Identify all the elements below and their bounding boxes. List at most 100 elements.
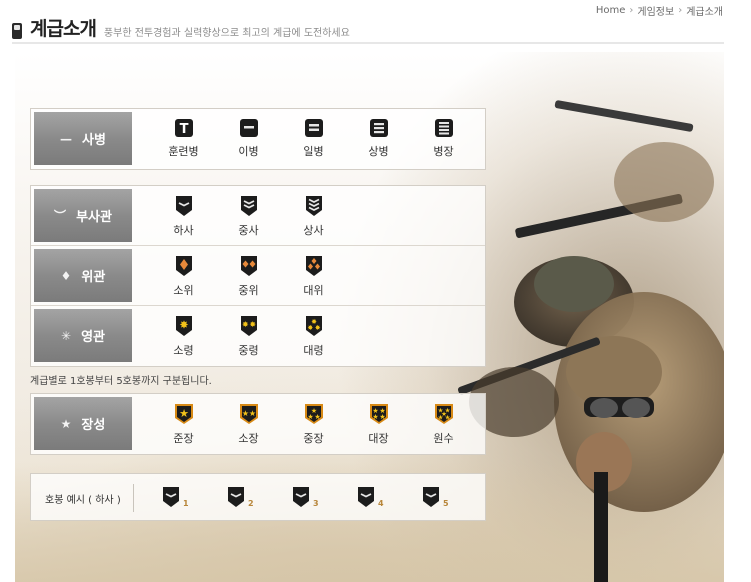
svg-text:★: ★ <box>179 407 189 420</box>
step-number: 1 <box>183 499 189 508</box>
major-icon: ✸ <box>175 316 192 336</box>
master-sergeant-icon <box>305 196 322 216</box>
lieutenant-colonel-icon: ✸ ✸ <box>240 316 257 336</box>
category-label: 영관 <box>81 330 105 345</box>
svg-text:✸: ✸ <box>314 324 320 332</box>
rank-badge-first-lieutenant: 중위 <box>216 255 281 298</box>
general-icon: ★ ★ ★ ★ <box>369 404 388 424</box>
captain-icon <box>305 256 322 276</box>
rank-label: 소장 <box>238 432 259 445</box>
staff-sergeant-icon <box>293 487 309 507</box>
rank-badge-major: ✸ 소령 <box>151 315 216 358</box>
rank-step-note: 계급별로 1호봉부터 5호봉까지 구분됩니다. <box>30 376 212 387</box>
private-first-class-icon <box>304 119 323 137</box>
phone-icon <box>12 23 22 39</box>
rank-group-generals: ★ 장성 ★ 준장 ★ ★ 소장 ★ ★ ★ 중장 ★ ★ ★ ★ 대장 ★ ★… <box>30 393 486 455</box>
category-label: 사병 <box>82 133 106 148</box>
page-title: 계급소개 <box>30 18 97 40</box>
rank-row-nco: ︶ 부사관 하사 중사 상사 <box>31 186 485 246</box>
rank-badge-marshal: ★ ★ ★ ★ ★ 원수 <box>411 403 476 446</box>
lieutenant-general-icon: ★ ★ ★ <box>304 404 323 424</box>
rank-badge-general: ★ ★ ★ ★ 대장 <box>346 403 411 446</box>
trainee-icon: T <box>174 119 193 137</box>
rank-badge-corporal: 상병 <box>346 118 411 159</box>
rank-badge-trainee: T 훈련병 <box>151 118 216 159</box>
rank-row-company-officers: ♦ 위관 소위 중위 대위 <box>31 246 485 306</box>
category-label: 위관 <box>81 270 106 285</box>
rank-label: 중장 <box>303 432 324 445</box>
step-number: 5 <box>443 499 449 508</box>
svg-text:★: ★ <box>372 413 378 421</box>
svg-text:✸: ✸ <box>179 319 188 332</box>
sergeant-first-class-icon <box>240 196 257 216</box>
rank-label: 소위 <box>173 284 194 297</box>
category-company-officers: ♦ 위관 <box>34 249 132 302</box>
rank-label: 준장 <box>173 432 194 445</box>
page-right-margin <box>724 52 751 582</box>
soldiers-illustration <box>458 100 724 582</box>
step-badge-list: 1 2 3 4 5 <box>161 486 486 508</box>
badge-list: 소위 중위 대위 <box>151 255 346 298</box>
rank-badge-second-lieutenant: 소위 <box>151 255 216 298</box>
rank-label: 중사 <box>238 224 259 237</box>
step-badge-3: 3 <box>291 486 356 508</box>
breadcrumb-home[interactable]: Home <box>596 5 626 16</box>
badge-list: T 훈련병 이병 일병 상병 병장 <box>151 118 476 159</box>
rank-label: 대장 <box>368 432 389 445</box>
rank-label: 대위 <box>303 284 324 297</box>
breadcrumb-chevron-icon: › <box>629 5 634 16</box>
rank-row-generals: ★ 장성 ★ 준장 ★ ★ 소장 ★ ★ ★ 중장 ★ ★ ★ ★ 대장 ★ ★… <box>31 394 485 454</box>
rank-group-enlisted: — 사병 T 훈련병 이병 일병 상병 병장 <box>30 108 486 170</box>
private-icon <box>239 119 258 137</box>
rank-label: 상사 <box>303 224 324 237</box>
rank-group-officers: ︶ 부사관 하사 중사 상사 ♦ 위관 소위 중위 대위 ✳ 영관 ✸ 소령 ✸… <box>30 185 486 367</box>
svg-text:★: ★ <box>314 413 320 421</box>
svg-text:★: ★ <box>307 413 313 421</box>
staff-sergeant-icon <box>423 487 439 507</box>
badge-list: ★ 준장 ★ ★ 소장 ★ ★ ★ 중장 ★ ★ ★ ★ 대장 ★ ★ ★ ★ … <box>151 403 476 446</box>
colonel-icon: ✸ ✸ ✸ <box>305 316 322 336</box>
rank-label: 병장 <box>433 145 454 158</box>
rank-badge-captain: 대위 <box>281 255 346 298</box>
svg-text:★: ★ <box>444 414 450 422</box>
major-general-icon: ★ ★ <box>239 404 258 424</box>
page-header: 계급소개 풍부한 전투경험과 실력향상으로 최고의 계급에 도전하세요 <box>12 14 350 41</box>
svg-text:✸: ✸ <box>307 324 313 332</box>
svg-text:✸: ✸ <box>241 320 248 329</box>
rank-badge-lieutenant-general: ★ ★ ★ 중장 <box>281 403 346 446</box>
rank-badge-sergeant-first-class: 중사 <box>216 195 281 238</box>
svg-text:★: ★ <box>379 413 385 421</box>
staff-sergeant-icon <box>228 487 244 507</box>
rank-row-enlisted: — 사병 T 훈련병 이병 일병 상병 병장 <box>31 109 485 169</box>
page-subtitle: 풍부한 전투경험과 실력향상으로 최고의 계급에 도전하세요 <box>103 28 350 39</box>
rank-label: 하사 <box>173 224 194 237</box>
bar-symbol-icon: — <box>60 131 73 146</box>
rank-label: 대령 <box>303 344 324 357</box>
step-badge-2: 2 <box>226 486 291 508</box>
star-symbol-icon: ★ <box>60 416 72 431</box>
step-number: 2 <box>248 499 254 508</box>
svg-text:T: T <box>179 122 188 137</box>
rank-badge-staff-sergeant: 하사 <box>151 195 216 238</box>
step-example-box: 호봉 예시 ( 하사 ) 1 2 3 4 5 <box>30 473 486 521</box>
sun-symbol-icon: ✳ <box>61 328 72 343</box>
category-label: 장성 <box>81 418 106 433</box>
rank-badge-brigadier-general: ★ 준장 <box>151 403 216 446</box>
second-lieutenant-icon <box>175 256 192 276</box>
rank-row-field-officers: ✳ 영관 ✸ 소령 ✸ ✸ 중령 ✸ ✸ ✸ 대령 <box>31 306 485 366</box>
rank-badge-colonel: ✸ ✸ ✸ 대령 <box>281 315 346 358</box>
brigadier-general-icon: ★ <box>174 404 193 424</box>
staff-sergeant-icon <box>163 487 179 507</box>
breadcrumb-current: 계급소개 <box>686 7 723 18</box>
rank-badge-master-sergeant: 상사 <box>281 195 346 238</box>
step-badge-4: 4 <box>356 486 421 508</box>
rank-label: 중령 <box>238 344 259 357</box>
rank-badge-private-first-class: 일병 <box>281 118 346 159</box>
divider <box>133 484 134 512</box>
title-divider <box>12 42 724 44</box>
breadcrumb-game-info[interactable]: 게임정보 <box>637 3 674 18</box>
svg-text:★: ★ <box>437 414 443 422</box>
rank-badge-private: 이병 <box>216 118 281 159</box>
chevron-symbol-icon: ︶ <box>54 209 67 223</box>
step-badge-5: 5 <box>421 486 486 508</box>
